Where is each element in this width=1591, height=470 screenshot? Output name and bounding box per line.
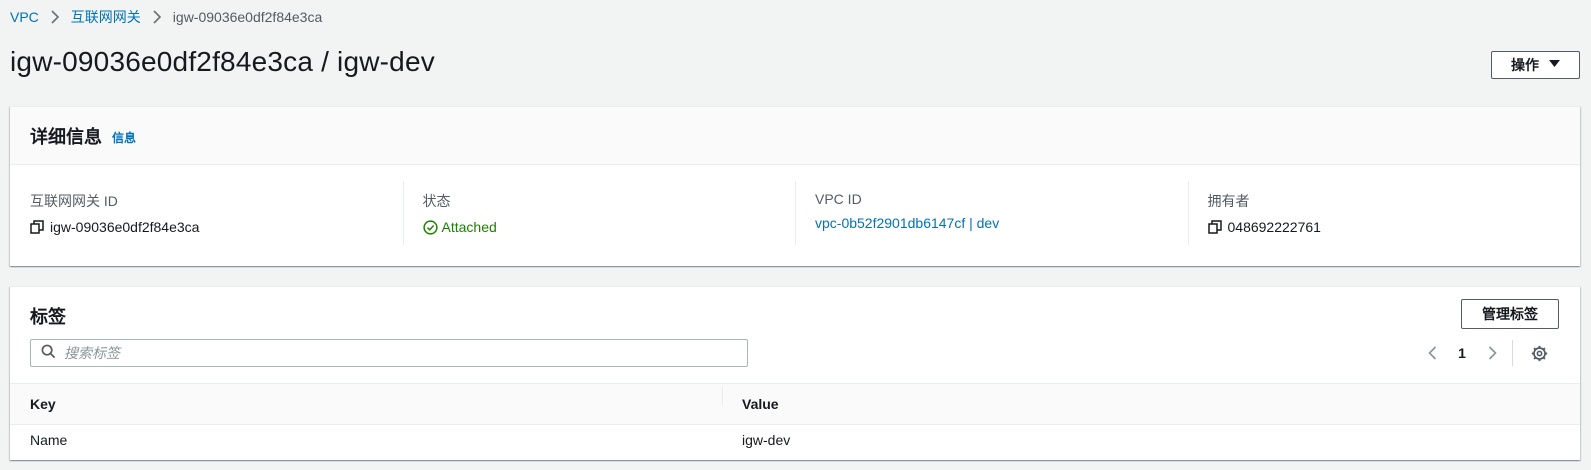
detail-owner: 拥有者 048692222761 — [1187, 181, 1581, 245]
chevron-left-icon[interactable] — [1420, 341, 1444, 365]
pagination: 1 — [1420, 340, 1551, 366]
chevron-right-icon[interactable] — [1480, 341, 1504, 365]
tags-table: Key Value Name igw-dev — [10, 383, 1580, 455]
table-header: Key Value — [10, 383, 1580, 425]
detail-value: vpc-0b52f2901db6147cf | dev — [815, 215, 1188, 231]
details-header: 详细信息 信息 — [10, 107, 1580, 165]
details-title: 详细信息 — [30, 126, 102, 147]
table-row: Name igw-dev — [10, 425, 1580, 455]
detail-label: VPC ID — [815, 191, 862, 207]
page-number[interactable]: 1 — [1444, 345, 1480, 361]
status-text: Attached — [441, 219, 497, 235]
column-header-key[interactable]: Key — [10, 396, 722, 412]
actions-button[interactable]: 操作 — [1491, 51, 1580, 79]
detail-value: 048692222761 — [1207, 219, 1581, 235]
pager-divider — [1512, 340, 1513, 366]
tags-title: 标签 — [30, 307, 66, 327]
column-header-value[interactable]: Value — [722, 386, 1434, 412]
status-value: Attached — [422, 219, 796, 235]
detail-label: 拥有者 — [1207, 193, 1250, 209]
cell-value: igw-dev — [742, 432, 791, 448]
caret-down-icon — [1549, 59, 1560, 71]
page-title: igw-09036e0df2f84e3ca / igw-dev — [10, 46, 435, 77]
tags-header: 标签 管理标签 — [10, 287, 1580, 341]
detail-value: igw-09036e0df2f84e3ca — [30, 219, 403, 235]
breadcrumb-vpc[interactable]: VPC — [10, 9, 39, 25]
breadcrumb-current: igw-09036e0df2f84e3ca — [172, 9, 323, 25]
detail-status: 状态 Attached — [402, 181, 796, 245]
vpc-id-link[interactable]: vpc-0b52f2901db6147cf | dev — [815, 215, 999, 231]
actions-button-label: 操作 — [1511, 57, 1539, 73]
copy-icon[interactable] — [30, 220, 44, 234]
detail-gateway-id: 互联网网关 ID igw-09036e0df2f84e3ca — [10, 181, 403, 245]
details-panel: 详细信息 信息 互联网网关 ID igw-09036e0df2f84e3ca 状… — [10, 106, 1580, 266]
tag-search-box[interactable] — [30, 339, 748, 367]
gateway-id-value: igw-09036e0df2f84e3ca — [50, 219, 200, 235]
info-link[interactable]: 信息 — [112, 129, 136, 146]
detail-label: 状态 — [422, 193, 451, 209]
owner-value: 048692222761 — [1227, 219, 1321, 235]
copy-icon[interactable] — [1207, 220, 1222, 234]
search-icon — [41, 344, 56, 362]
detail-vpc-id: VPC ID vpc-0b52f2901db6147cf | dev — [795, 181, 1188, 245]
breadcrumb: VPC 互联网网关 igw-09036e0df2f84e3ca — [10, 8, 322, 26]
gear-icon[interactable] — [1527, 341, 1551, 365]
detail-label: 互联网网关 ID — [30, 193, 118, 209]
breadcrumb-internet-gateways[interactable]: 互联网网关 — [71, 7, 141, 27]
tag-search-input[interactable] — [64, 341, 747, 365]
details-body: 互联网网关 ID igw-09036e0df2f84e3ca 状态 Attach… — [10, 165, 1580, 245]
manage-tags-button[interactable]: 管理标签 — [1461, 299, 1559, 329]
chevron-right-icon — [141, 10, 173, 24]
tags-panel: 标签 管理标签 1 Key Value Name — [10, 286, 1580, 460]
cell-key: Name — [30, 432, 68, 448]
check-circle-icon — [422, 219, 438, 235]
chevron-right-icon — [39, 10, 71, 24]
